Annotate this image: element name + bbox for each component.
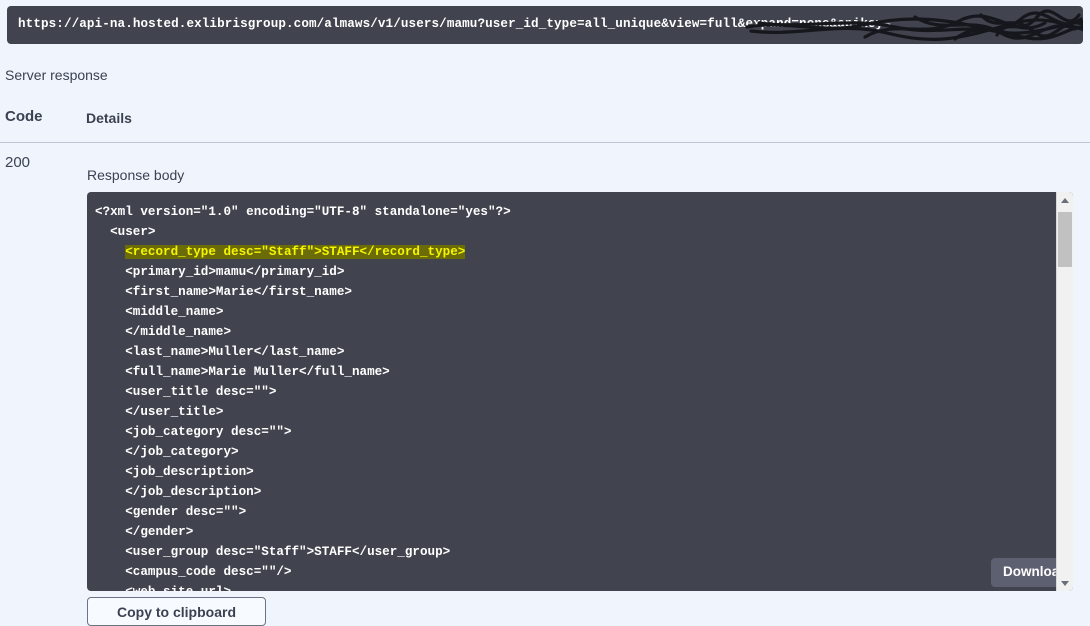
response-body-code-block[interactable]: <?xml version="1.0" encoding="UTF-8" sta…: [87, 192, 1073, 591]
column-header-code: Code: [5, 108, 43, 125]
code-line: <last_name>Muller</last_name>: [95, 345, 345, 359]
table-header-divider: [0, 142, 1090, 143]
code-line: <gender desc="">: [95, 505, 247, 519]
response-status-code: 200: [5, 154, 31, 171]
code-line: <middle_name>: [95, 305, 224, 319]
code-line: <primary_id>mamu</primary_id>: [95, 265, 345, 279]
server-response-heading: Server response: [5, 67, 108, 83]
url-bar-region: https://api-na.hosted.exlibrisgroup.com/…: [0, 0, 1090, 49]
request-url-bar[interactable]: https://api-na.hosted.exlibrisgroup.com/…: [7, 6, 1083, 44]
code-line: <user_title desc="">: [95, 385, 277, 399]
code-line: <full_name>Marie Muller</full_name>: [95, 365, 390, 379]
code-line: </job_category>: [95, 445, 239, 459]
copy-to-clipboard-button[interactable]: Copy to clipboard: [87, 597, 266, 626]
code-line: <user>: [95, 225, 156, 239]
code-line: <record_type desc="Staff">STAFF</record_…: [87, 242, 511, 262]
code-line: </gender>: [95, 525, 194, 539]
code-line: <?xml version="1.0" encoding="UTF-8" sta…: [95, 205, 511, 219]
code-line: </middle_name>: [95, 325, 232, 339]
code-line: </user_title>: [95, 405, 224, 419]
code-line: </job_description>: [95, 485, 262, 499]
response-body-label: Response body: [87, 167, 185, 183]
scrollbar-thumb[interactable]: [1058, 212, 1072, 267]
request-url-text: https://api-na.hosted.exlibrisgroup.com/…: [18, 17, 891, 31]
response-body-scrollbar[interactable]: [1056, 192, 1073, 591]
response-body-lines: <?xml version="1.0" encoding="UTF-8" sta…: [87, 192, 511, 591]
response-table-header: Code Details: [0, 108, 1090, 140]
code-line: <job_category desc="">: [95, 425, 292, 439]
code-line: <campus_code desc=""/>: [95, 565, 292, 579]
code-line: <job_description>: [95, 465, 254, 479]
highlighted-code-span: <record_type desc="Staff">STAFF</record_…: [125, 245, 466, 259]
code-line: <web_site_url>: [87, 582, 511, 591]
code-line: <first_name>Marie</first_name>: [95, 285, 352, 299]
scroll-up-arrow-icon[interactable]: [1057, 192, 1073, 208]
scroll-down-arrow-icon[interactable]: [1057, 575, 1073, 591]
code-line: <user_group desc="Staff">STAFF</user_gro…: [95, 545, 451, 559]
column-header-details: Details: [86, 110, 132, 126]
